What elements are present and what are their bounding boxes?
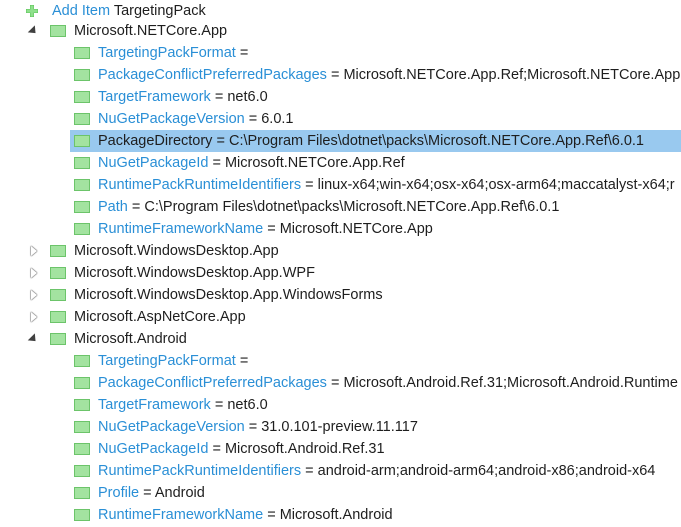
metadata-row[interactable]: Profile = Android (0, 482, 681, 504)
metadata-key: TargetFramework (98, 89, 211, 105)
metadata-icon (74, 399, 90, 411)
metadata-icon (74, 157, 90, 169)
metadata-key: PackageConflictPreferredPackages (98, 67, 327, 83)
metadata-icon (74, 487, 90, 499)
metadata-row[interactable]: NuGetPackageVersion = 31.0.101-preview.1… (0, 416, 681, 438)
metadata-row[interactable]: TargetFramework = net6.0 (0, 394, 681, 416)
metadata-key: NuGetPackageId (98, 441, 209, 457)
tree-item-group[interactable]: Microsoft.NETCore.App (0, 20, 681, 42)
metadata-row[interactable]: PackageConflictPreferredPackages = Micro… (0, 372, 681, 394)
metadata-value: net6.0 (227, 397, 268, 413)
metadata-value: Microsoft.NETCore.App.Ref;Microsoft.NETC… (343, 67, 681, 83)
metadata-icon (74, 91, 90, 103)
metadata-key: TargetingPackFormat (98, 353, 236, 369)
metadata-row[interactable]: NuGetPackageVersion = 6.0.1 (0, 108, 681, 130)
item-icon (50, 311, 66, 323)
metadata-icon (74, 113, 90, 125)
tree-item-group[interactable]: Microsoft.WindowsDesktop.App.WPF (0, 262, 681, 284)
expand-arrow-icon[interactable] (28, 306, 40, 328)
metadata-value: Android (154, 485, 205, 501)
metadata-key: NuGetPackageId (98, 155, 209, 171)
metadata-icon (74, 421, 90, 433)
metadata-key: PackageConflictPreferredPackages (98, 375, 327, 391)
metadata-key: RuntimePackRuntimeIdentifiers (98, 177, 302, 193)
metadata-key: NuGetPackageVersion (98, 111, 245, 127)
metadata-value: android-arm;android-arm64;android-x86;an… (317, 463, 656, 479)
item-icon (50, 267, 66, 279)
metadata-value: linux-x64;win-x64;osx-x64;osx-arm64;macc… (317, 177, 675, 193)
metadata-row[interactable]: NuGetPackageId = Microsoft.Android.Ref.3… (0, 438, 681, 460)
metadata-row[interactable]: TargetingPackFormat = (0, 42, 681, 64)
metadata-value: net6.0 (227, 89, 268, 105)
metadata-value: Microsoft.Android (279, 507, 393, 523)
item-name: Microsoft.Android (74, 331, 187, 347)
metadata-icon (74, 135, 90, 147)
tree-item-group[interactable]: Microsoft.Android (0, 328, 681, 350)
metadata-value: Microsoft.Android.Ref.31;Microsoft.Andro… (343, 375, 678, 391)
metadata-value: Microsoft.NETCore.App (279, 221, 433, 237)
tree-item-group[interactable]: Microsoft.WindowsDesktop.App.WindowsForm… (0, 284, 681, 306)
metadata-row[interactable]: Path = C:\Program Files\dotnet\packs\Mic… (0, 196, 681, 218)
metadata-row[interactable]: TargetFramework = net6.0 (0, 86, 681, 108)
item-name: Microsoft.WindowsDesktop.App.WPF (74, 265, 315, 281)
metadata-key: NuGetPackageVersion (98, 419, 245, 435)
item-icon (50, 25, 66, 37)
metadata-row[interactable]: RuntimePackRuntimeIdentifiers = linux-x6… (0, 174, 681, 196)
metadata-key: RuntimeFrameworkName (98, 221, 264, 237)
metadata-icon (74, 465, 90, 477)
metadata-icon (74, 223, 90, 235)
metadata-icon (74, 377, 90, 389)
item-name: Microsoft.AspNetCore.App (74, 309, 246, 325)
metadata-icon (74, 509, 90, 521)
metadata-key: RuntimePackRuntimeIdentifiers (98, 463, 302, 479)
metadata-key: TargetingPackFormat (98, 45, 236, 61)
expand-arrow-icon[interactable] (28, 284, 40, 306)
add-item-row[interactable]: Add Item TargetingPack (0, 0, 681, 22)
metadata-icon (74, 69, 90, 81)
expand-arrow-icon[interactable] (28, 240, 40, 262)
metadata-value: C:\Program Files\dotnet\packs\Microsoft.… (228, 133, 644, 149)
metadata-key: Profile (98, 485, 140, 501)
tree-item-group[interactable]: Microsoft.WindowsDesktop.App (0, 240, 681, 262)
metadata-value: 31.0.101-preview.11.117 (261, 419, 418, 435)
item-name: Microsoft.WindowsDesktop.App.WindowsForm… (74, 287, 383, 303)
collapse-arrow-icon[interactable] (26, 20, 40, 42)
metadata-icon (74, 47, 90, 59)
metadata-icon (74, 201, 90, 213)
metadata-row-selected[interactable]: PackageDirectory = C:\Program Files\dotn… (0, 130, 681, 152)
metadata-row[interactable]: TargetingPackFormat = (0, 350, 681, 372)
metadata-key: PackageDirectory (98, 133, 213, 149)
collapse-arrow-icon[interactable] (26, 328, 40, 350)
metadata-row[interactable]: PackageConflictPreferredPackages = Micro… (0, 64, 681, 86)
item-name: Microsoft.NETCore.App (74, 23, 228, 39)
item-icon (50, 333, 66, 345)
add-icon (26, 5, 38, 17)
metadata-row[interactable]: RuntimePackRuntimeIdentifiers = android-… (0, 460, 681, 482)
metadata-row[interactable]: NuGetPackageId = Microsoft.NETCore.App.R… (0, 152, 681, 174)
metadata-icon (74, 443, 90, 455)
item-name: Microsoft.WindowsDesktop.App (74, 243, 279, 259)
metadata-value: Microsoft.Android.Ref.31 (224, 441, 385, 457)
metadata-row[interactable]: RuntimeFrameworkName = Microsoft.NETCore… (0, 218, 681, 240)
expand-arrow-icon[interactable] (28, 262, 40, 284)
metadata-value: Microsoft.NETCore.App.Ref (224, 155, 405, 171)
metadata-key: TargetFramework (98, 397, 211, 413)
metadata-row[interactable]: RuntimeFrameworkName = Microsoft.Android (0, 504, 681, 526)
item-icon (50, 245, 66, 257)
item-icon (50, 289, 66, 301)
metadata-value: 6.0.1 (261, 111, 294, 127)
metadata-icon (74, 179, 90, 191)
tree-item-group[interactable]: Microsoft.AspNetCore.App (0, 306, 681, 328)
metadata-icon (74, 355, 90, 367)
metadata-key: Path (98, 199, 128, 215)
add-item-label: Add Item TargetingPack (52, 3, 206, 19)
metadata-key: RuntimeFrameworkName (98, 507, 264, 523)
metadata-value: C:\Program Files\dotnet\packs\Microsoft.… (144, 199, 560, 215)
